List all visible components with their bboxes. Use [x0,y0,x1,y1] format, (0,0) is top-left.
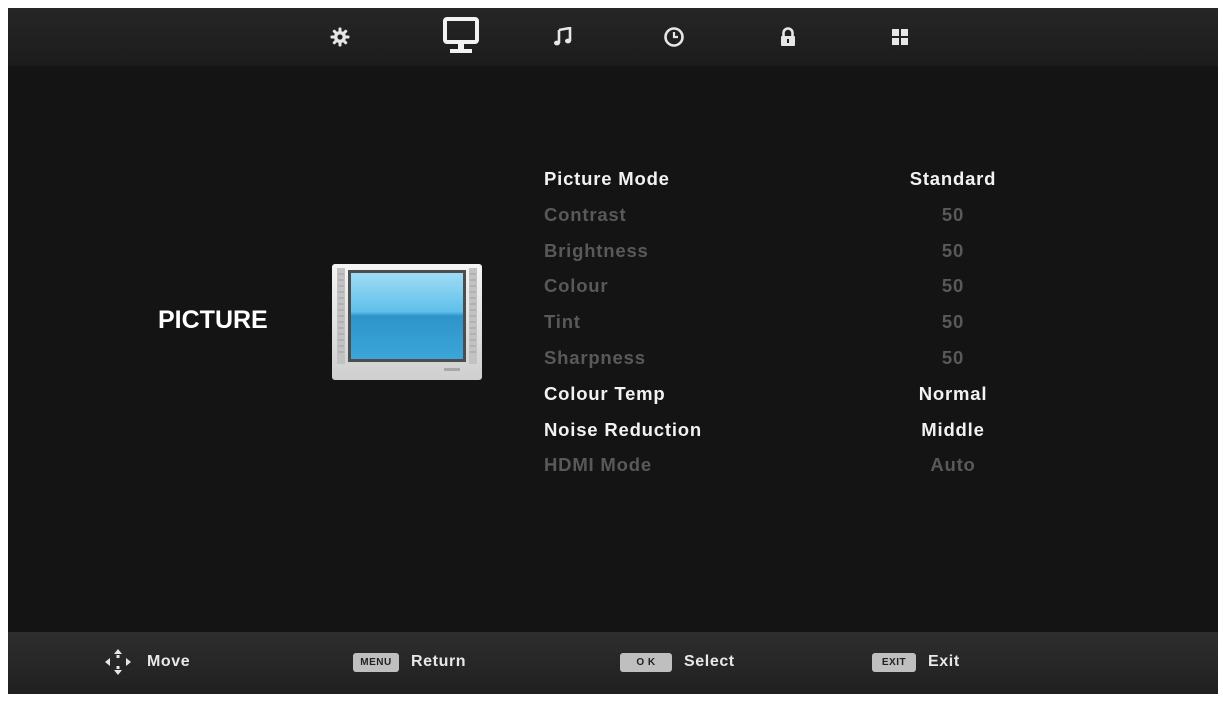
grid-icon [892,29,908,45]
menu-value: 50 [941,203,965,225]
menu-value[interactable]: Normal [883,383,1023,405]
section-title: PICTURE [158,306,268,334]
clock-icon [664,27,684,47]
gear-icon [330,27,350,47]
tab-setup[interactable] [310,12,370,62]
menu-label: Contrast [544,203,627,225]
hint-move: Move [101,646,190,678]
arrows-icon [105,649,131,675]
hint-select[interactable]: O K Select [620,646,735,678]
menu-label: Picture Mode [544,168,670,189]
menu-value[interactable]: Middle [883,419,1023,441]
menu-value: Auto [930,454,976,476]
select-label: Select [684,653,735,670]
menu-value: 50 [941,239,965,261]
tab-time[interactable] [644,12,704,62]
hint-exit[interactable]: EXIT Exit [872,646,960,678]
tv-picture-icon [332,264,482,380]
move-label: Move [147,653,191,670]
tab-setup-grid[interactable] [870,12,930,62]
ok-key[interactable]: O K [620,652,672,672]
category-tab-bar [8,8,1218,66]
hint-bar: Move MENU Return O K Select EXIT Exit [8,632,1218,694]
menu-row-tint: Tint 50 [538,306,1058,338]
menu-value: 50 [941,311,965,333]
tab-sound[interactable] [533,12,593,62]
menu-label: Noise Reduction [544,418,702,440]
menu-row-noise-reduction[interactable]: Noise Reduction Middle [538,414,1058,446]
menu-row-sharpness: Sharpness 50 [538,342,1058,374]
exit-key[interactable]: EXIT [872,652,916,672]
menu-label: Tint [544,311,581,333]
menu-row-contrast: Contrast 50 [538,199,1058,231]
menu-label: Colour Temp [544,382,666,404]
hint-return[interactable]: MENU Return [353,646,466,678]
menu-label: Sharpness [544,347,646,368]
menu-value: 50 [941,347,965,368]
exit-label: Exit [928,653,960,670]
tab-picture[interactable] [431,12,491,62]
lock-icon [781,27,795,46]
menu-value[interactable]: Standard [883,168,1023,190]
menu-row-brightness: Brightness 50 [538,235,1058,267]
music-note-icon [554,27,572,46]
menu-label: Brightness [544,239,649,261]
menu-label: HDMI Mode [544,454,652,476]
monitor-icon [443,17,479,53]
menu-row-hdmi-mode: HDMI Mode Auto [538,449,1058,481]
return-label: Return [411,653,467,670]
menu-row-colour-temp[interactable]: Colour Temp Normal [538,378,1058,410]
menu-row-picture-mode[interactable]: Picture Mode Standard [538,163,1058,195]
menu-key[interactable]: MENU [353,652,399,672]
menu-label: Colour [544,275,609,297]
tab-lock[interactable] [758,12,818,62]
menu-value: 50 [941,275,965,297]
tv-osd-screen: PICTURE Picture Mode Standard Contrast 5… [8,8,1218,694]
menu-row-colour: Colour 50 [538,270,1058,302]
